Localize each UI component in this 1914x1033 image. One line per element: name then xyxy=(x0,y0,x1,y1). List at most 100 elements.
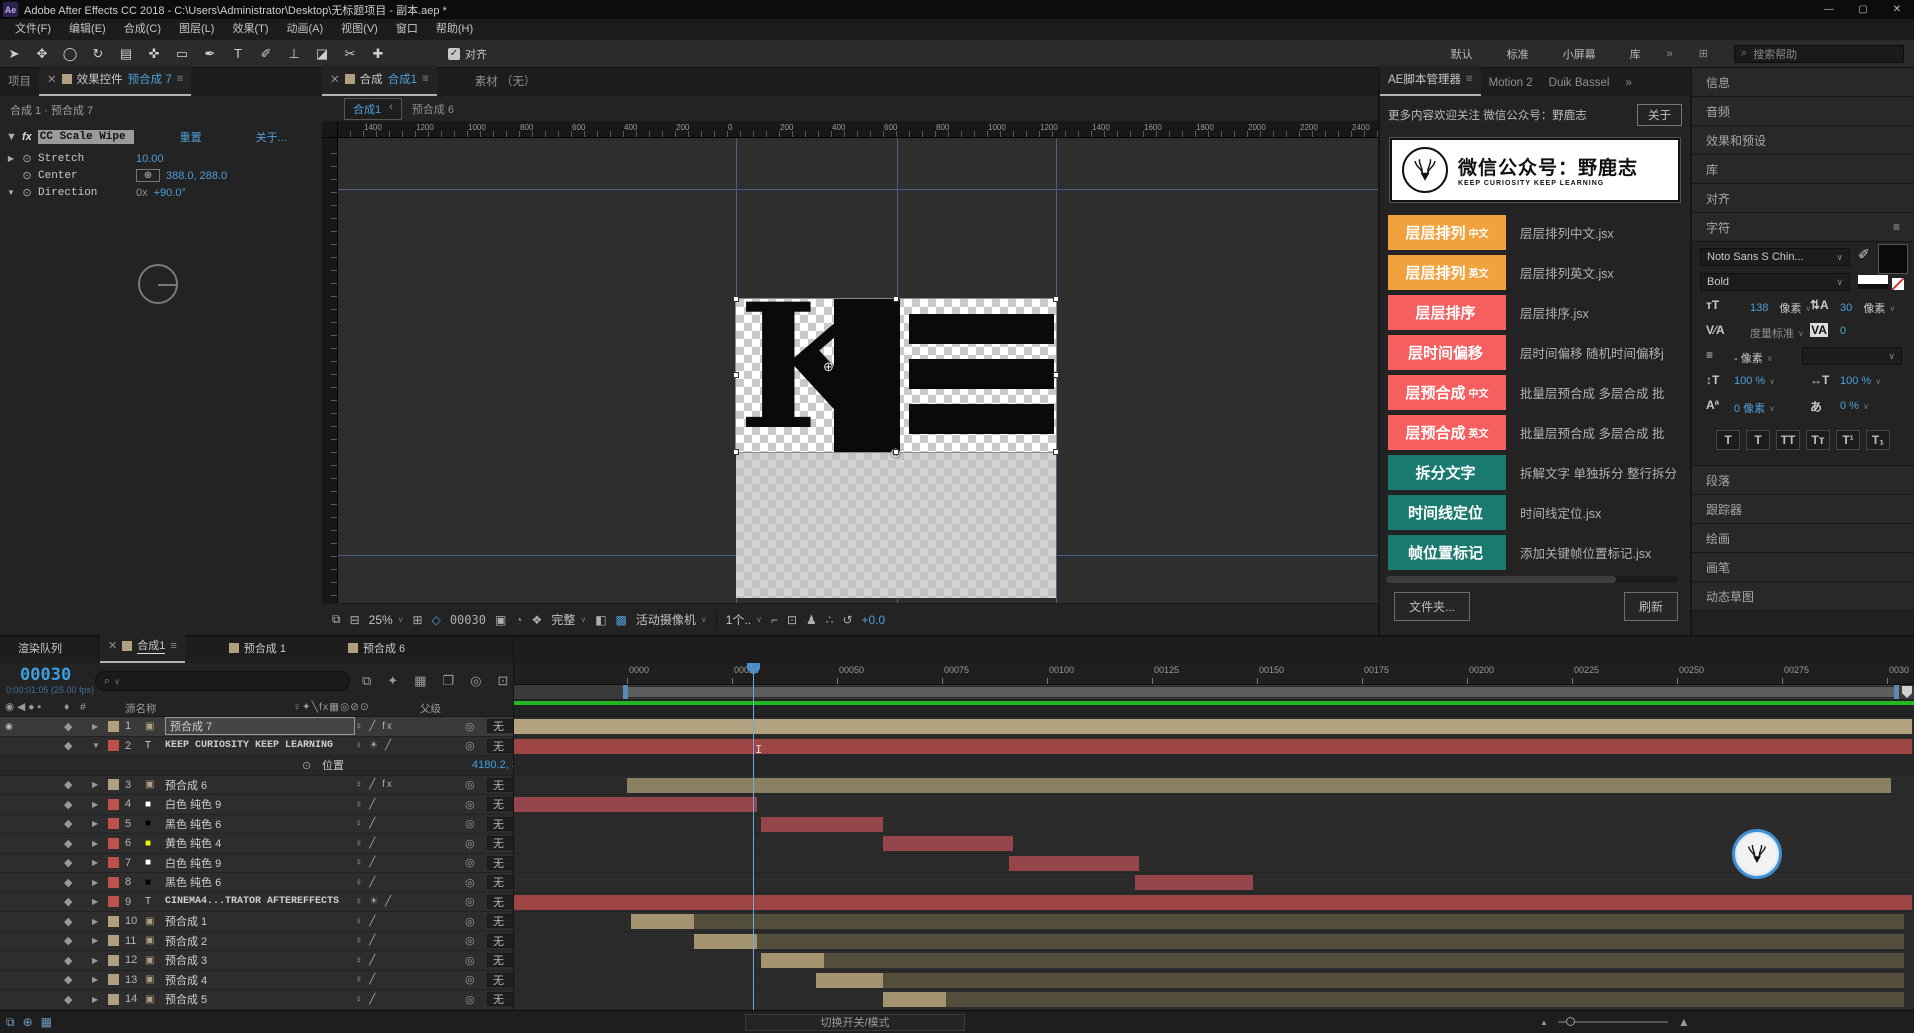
twirl-icon[interactable]: ▶ xyxy=(6,154,16,163)
tool-icon[interactable]: ✐ xyxy=(253,43,279,65)
work-area-start-handle[interactable] xyxy=(623,685,628,699)
close-tab-icon[interactable]: ✕ xyxy=(47,72,57,86)
layer-label-chip[interactable] xyxy=(108,935,119,947)
tool-icon[interactable]: ↻ xyxy=(85,43,111,65)
selection-handle[interactable] xyxy=(733,296,739,302)
pickwhip-icon[interactable]: ◎ xyxy=(465,973,487,986)
label-group-icon[interactable]: ◆ xyxy=(56,837,92,850)
pickwhip-icon[interactable]: ◎ xyxy=(465,837,487,850)
stopwatch-icon[interactable]: ⊙ xyxy=(302,759,322,772)
label-group-icon[interactable]: ◆ xyxy=(56,778,92,791)
label-group-icon[interactable]: ◆ xyxy=(56,856,92,869)
center-point-button[interactable]: ⊕ xyxy=(136,169,160,182)
crumb-parent-comp[interactable]: 预合成 6 xyxy=(412,101,454,117)
twirl-icon[interactable]: ▼ xyxy=(6,131,17,143)
toggle-switches-modes-button[interactable]: 切换开关/模式 xyxy=(745,1013,965,1031)
collapsed-panel-header[interactable]: 绘画 xyxy=(1692,524,1914,553)
layer-duration-bar[interactable] xyxy=(816,972,884,988)
layer-label-chip[interactable] xyxy=(108,896,119,908)
workspace-bar-icon[interactable]: ⊞ xyxy=(1699,47,1708,60)
tool-icon[interactable]: ◯ xyxy=(57,43,83,65)
layer-label-chip[interactable] xyxy=(108,876,119,888)
script-button[interactable]: 层层排列 中文 xyxy=(1388,215,1506,250)
layer-switches[interactable]: ♀ ☀ ╱ xyxy=(355,896,465,907)
label-group-icon[interactable]: ◆ xyxy=(56,739,92,752)
script-button[interactable]: 层预合成 中文 xyxy=(1388,375,1506,410)
timeline-flowchart-icon[interactable]: ∴ xyxy=(826,613,834,627)
timeline-header-icon[interactable]: ⧉ xyxy=(362,673,371,689)
pickwhip-icon[interactable]: ◎ xyxy=(465,720,487,733)
faux-style-button[interactable]: T₁ xyxy=(1866,430,1890,450)
workspace-item[interactable]: 默认 xyxy=(1451,46,1473,62)
twirl-icon[interactable]: ▶ xyxy=(92,819,108,828)
pickwhip-icon[interactable]: ◎ xyxy=(465,778,487,791)
layer-switches[interactable]: ♀ ╱ xyxy=(355,994,465,1005)
menu-item[interactable]: 文件(F) xyxy=(6,19,60,40)
direction-deg-value[interactable]: +90.0° xyxy=(154,187,186,199)
layer-label-chip[interactable] xyxy=(108,954,119,966)
panel-menu-icon[interactable]: ≡ xyxy=(170,640,176,652)
no-stroke-swatch[interactable] xyxy=(1892,278,1904,290)
script-button[interactable]: 层预合成 英文 xyxy=(1388,415,1506,450)
faux-style-button[interactable]: TT xyxy=(1776,430,1800,450)
menu-item[interactable]: 帮助(H) xyxy=(427,19,482,40)
pixel-aspect-icon[interactable]: ⊡ xyxy=(787,613,797,627)
label-group-icon[interactable]: ◆ xyxy=(56,720,92,733)
layer-name[interactable]: KEEP CURIOSITY KEEP LEARNING xyxy=(165,740,355,751)
layer-name[interactable]: 预合成 7 xyxy=(165,717,355,736)
label-group-icon[interactable]: ◆ xyxy=(56,876,92,889)
main-viewer-icon[interactable]: ⊟ xyxy=(350,613,360,627)
menu-item[interactable]: 合成(C) xyxy=(115,19,170,40)
pickwhip-icon[interactable]: ◎ xyxy=(465,817,487,830)
tool-icon[interactable]: ✥ xyxy=(29,43,55,65)
selection-handle[interactable] xyxy=(893,296,899,302)
layer-label-chip[interactable] xyxy=(108,857,119,869)
twirl-icon[interactable]: ▶ xyxy=(92,780,108,789)
layer-name[interactable]: 预合成 4 xyxy=(165,972,355,988)
tool-icon[interactable]: ✒ xyxy=(197,43,223,65)
magnification-dropdown[interactable]: 25% ∨ xyxy=(369,613,404,627)
script-button[interactable]: 层时间偏移 xyxy=(1388,335,1506,370)
stroke-color-swatch[interactable] xyxy=(1858,275,1888,289)
faux-style-button[interactable]: T¹ xyxy=(1836,430,1860,450)
always-preview-icon[interactable]: ⧉ xyxy=(332,612,341,627)
layer-label-chip[interactable] xyxy=(108,993,119,1005)
pickwhip-icon[interactable]: ◎ xyxy=(465,876,487,889)
tab-footage[interactable]: 素材 （无） xyxy=(467,67,544,96)
twirl-icon[interactable]: ▶ xyxy=(92,975,108,984)
camera-dropdown[interactable]: 活动摄像机 ∨ xyxy=(636,611,707,628)
label-group-icon[interactable]: ◆ xyxy=(56,954,92,967)
timeline-header-icon[interactable]: ◎ xyxy=(470,673,481,689)
twirl-icon[interactable]: ▶ xyxy=(92,936,108,945)
vscale-value[interactable]: 100 % xyxy=(1734,375,1765,387)
layer-name[interactable]: 预合成 2 xyxy=(165,933,355,949)
menu-item[interactable]: 效果(T) xyxy=(223,19,277,40)
exposure-value[interactable]: +0.0 xyxy=(862,613,886,627)
layer-switches[interactable]: ♀ ╱ xyxy=(355,877,465,888)
work-area-track[interactable] xyxy=(514,685,1914,699)
pickwhip-icon[interactable]: ◎ xyxy=(465,895,487,908)
guide-line[interactable] xyxy=(1056,138,1057,603)
stopwatch-icon[interactable]: ⊙ xyxy=(22,186,32,199)
center-value[interactable]: 388.0, 288.0 xyxy=(166,170,227,182)
twirl-icon[interactable]: ▶ xyxy=(92,722,108,731)
layer-switches[interactable]: ♀ ╱ xyxy=(355,818,465,829)
folder-button[interactable]: 文件夹... xyxy=(1394,592,1471,621)
twirl-icon[interactable]: ▶ xyxy=(92,858,108,867)
tab-composition[interactable]: ✕ 合成 合成1 ≡ xyxy=(322,65,437,96)
menu-item[interactable]: 编辑(E) xyxy=(60,19,115,40)
parent-column[interactable]: 父级 xyxy=(420,701,441,716)
layer-label-chip[interactable] xyxy=(108,779,119,791)
selection-handle[interactable] xyxy=(1053,372,1059,378)
maximize-button[interactable]: ▢ xyxy=(1846,0,1880,19)
tsume-value[interactable]: 0 % xyxy=(1840,400,1859,412)
pickwhip-icon[interactable]: ◎ xyxy=(465,739,487,752)
timeline-header-icon[interactable]: ⊡ xyxy=(498,673,509,689)
hscale-value[interactable]: 100 % xyxy=(1840,375,1871,387)
status-bar-icon[interactable]: ⧉ xyxy=(6,1015,15,1030)
collapsed-panel-header[interactable]: 信息 xyxy=(1692,68,1914,97)
script-button[interactable]: 拆分文字 xyxy=(1388,455,1506,490)
layer-switches[interactable]: ♀ ╱ xyxy=(355,838,465,849)
collapsed-panel-header[interactable]: 跟踪器 xyxy=(1692,495,1914,524)
faux-style-button[interactable]: T xyxy=(1746,430,1770,450)
